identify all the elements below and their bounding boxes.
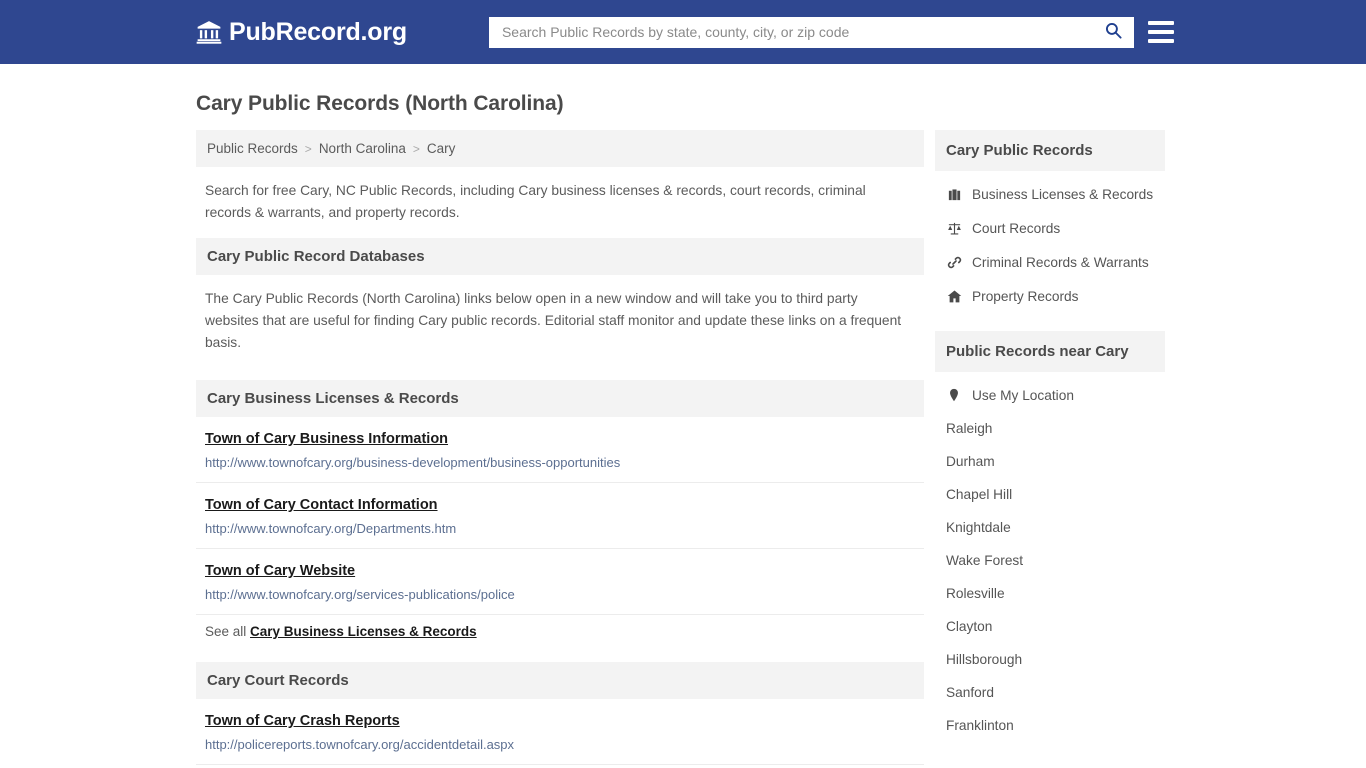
- sidebar-item-criminal-records[interactable]: Criminal Records & Warrants: [935, 245, 1165, 279]
- header-search-area: [488, 16, 1174, 48]
- search-input[interactable]: [499, 18, 1103, 46]
- section-heading-databases: Cary Public Record Databases: [196, 238, 924, 275]
- sidebar-item-city-rolesville[interactable]: Rolesville: [935, 577, 1165, 610]
- resource-url-link[interactable]: http://www.townofcary.org/Departments.ht…: [205, 521, 915, 536]
- sidebar-item-label: Business Licenses & Records: [972, 186, 1154, 202]
- list-item: Town of Cary Contact Information http://…: [196, 483, 924, 549]
- list-item: Town of Cary Website http://www.townofca…: [196, 549, 924, 615]
- search-box[interactable]: [488, 16, 1134, 48]
- sidebar-item-court-records[interactable]: Court Records: [935, 211, 1165, 245]
- section-heading-court: Cary Court Records: [196, 662, 924, 699]
- page-container: Cary Public Records (North Carolina) Pub…: [0, 92, 1366, 768]
- sidebar-item-city-chapel-hill[interactable]: Chapel Hill: [935, 478, 1165, 511]
- sidebar-heading-records: Cary Public Records: [935, 130, 1165, 171]
- section-heading-business: Cary Business Licenses & Records: [196, 380, 924, 417]
- chain-link-icon: [946, 254, 962, 270]
- brand-logo-link[interactable]: PubRecord.org: [196, 18, 407, 47]
- sidebar-item-property-records[interactable]: Property Records: [935, 279, 1165, 313]
- see-all-row: See all Cary Business Licenses & Records: [196, 615, 924, 652]
- resource-title-link[interactable]: Town of Cary Crash Reports: [205, 713, 400, 729]
- search-button[interactable]: [1103, 21, 1125, 43]
- breadcrumb-item-cary: Cary: [426, 141, 456, 156]
- resource-title-link[interactable]: Town of Cary Business Information: [205, 431, 448, 447]
- main-column: Public Records > North Carolina > Cary S…: [196, 130, 924, 768]
- resource-title-link[interactable]: Town of Cary Website: [205, 563, 355, 579]
- intro-text: Search for free Cary, NC Public Records,…: [205, 183, 866, 220]
- page-title: Cary Public Records (North Carolina): [196, 92, 564, 115]
- breadcrumb-separator: >: [412, 141, 420, 156]
- sidebar-item-use-my-location[interactable]: Use My Location: [935, 378, 1165, 412]
- sidebar-near-list: Use My Location Raleigh Durham Chapel Hi…: [935, 372, 1165, 746]
- see-all-prefix: See all: [205, 624, 251, 639]
- sidebar-item-business-licenses[interactable]: Business Licenses & Records: [935, 177, 1165, 211]
- sidebar-item-city-knightdale[interactable]: Knightdale: [935, 511, 1165, 544]
- brand-name: PubRecord.org: [229, 17, 407, 46]
- sidebar-item-city-durham[interactable]: Durham: [935, 445, 1165, 478]
- bank-building-icon: [196, 19, 222, 45]
- resource-url-link[interactable]: http://www.townofcary.org/services-publi…: [205, 587, 915, 602]
- see-all-link-business[interactable]: Cary Business Licenses & Records: [250, 624, 477, 639]
- hamburger-bar: [1147, 21, 1174, 25]
- breadcrumb: Public Records > North Carolina > Cary: [196, 130, 924, 167]
- sidebar-item-label: Criminal Records & Warrants: [972, 254, 1149, 270]
- sidebar-item-label: Property Records: [972, 288, 1079, 304]
- sidebar-item-label: Court Records: [972, 220, 1061, 236]
- content-columns: Public Records > North Carolina > Cary S…: [196, 130, 1170, 768]
- hamburger-bar: [1147, 30, 1174, 34]
- sidebar-item-label: Use My Location: [972, 387, 1074, 403]
- sidebar-heading-near: Public Records near Cary: [935, 331, 1165, 372]
- databases-blurb: The Cary Public Records (North Carolina)…: [205, 291, 902, 350]
- sidebar-item-city-raleigh[interactable]: Raleigh: [935, 412, 1165, 445]
- list-item: Town of Cary Crash Reports http://police…: [196, 699, 924, 765]
- search-icon: [1104, 21, 1123, 43]
- breadcrumb-item-public-records[interactable]: Public Records: [207, 141, 298, 156]
- hamburger-menu-icon[interactable]: [1147, 21, 1174, 43]
- sidebar-records-list: Business Licenses & Records Court Record…: [935, 171, 1165, 317]
- sidebar-item-city-hillsborough[interactable]: Hillsborough: [935, 643, 1165, 676]
- resource-url-link[interactable]: http://www.townofcary.org/business-devel…: [205, 455, 915, 470]
- sidebar-item-city-clayton[interactable]: Clayton: [935, 610, 1165, 643]
- sidebar-item-city-sanford[interactable]: Sanford: [935, 676, 1165, 709]
- breadcrumb-item-north-carolina[interactable]: North Carolina: [319, 141, 406, 156]
- resource-title-link[interactable]: Town of Cary Contact Information: [205, 497, 438, 513]
- hamburger-bar: [1147, 39, 1174, 43]
- breadcrumb-separator: >: [304, 141, 312, 156]
- briefcase-icon: [946, 186, 962, 202]
- site-header: PubRecord.org: [0, 0, 1366, 64]
- home-icon: [946, 288, 962, 304]
- sidebar: Cary Public Records Business Licenses & …: [935, 130, 1165, 746]
- list-item: Town of Cary Business Information http:/…: [196, 417, 924, 483]
- sidebar-item-city-franklinton[interactable]: Franklinton: [935, 709, 1165, 742]
- sidebar-item-city-wake-forest[interactable]: Wake Forest: [935, 544, 1165, 577]
- map-pin-icon: [946, 387, 962, 403]
- balance-scales-icon: [946, 220, 962, 236]
- resource-url-link[interactable]: http://policereports.townofcary.org/acci…: [205, 737, 915, 752]
